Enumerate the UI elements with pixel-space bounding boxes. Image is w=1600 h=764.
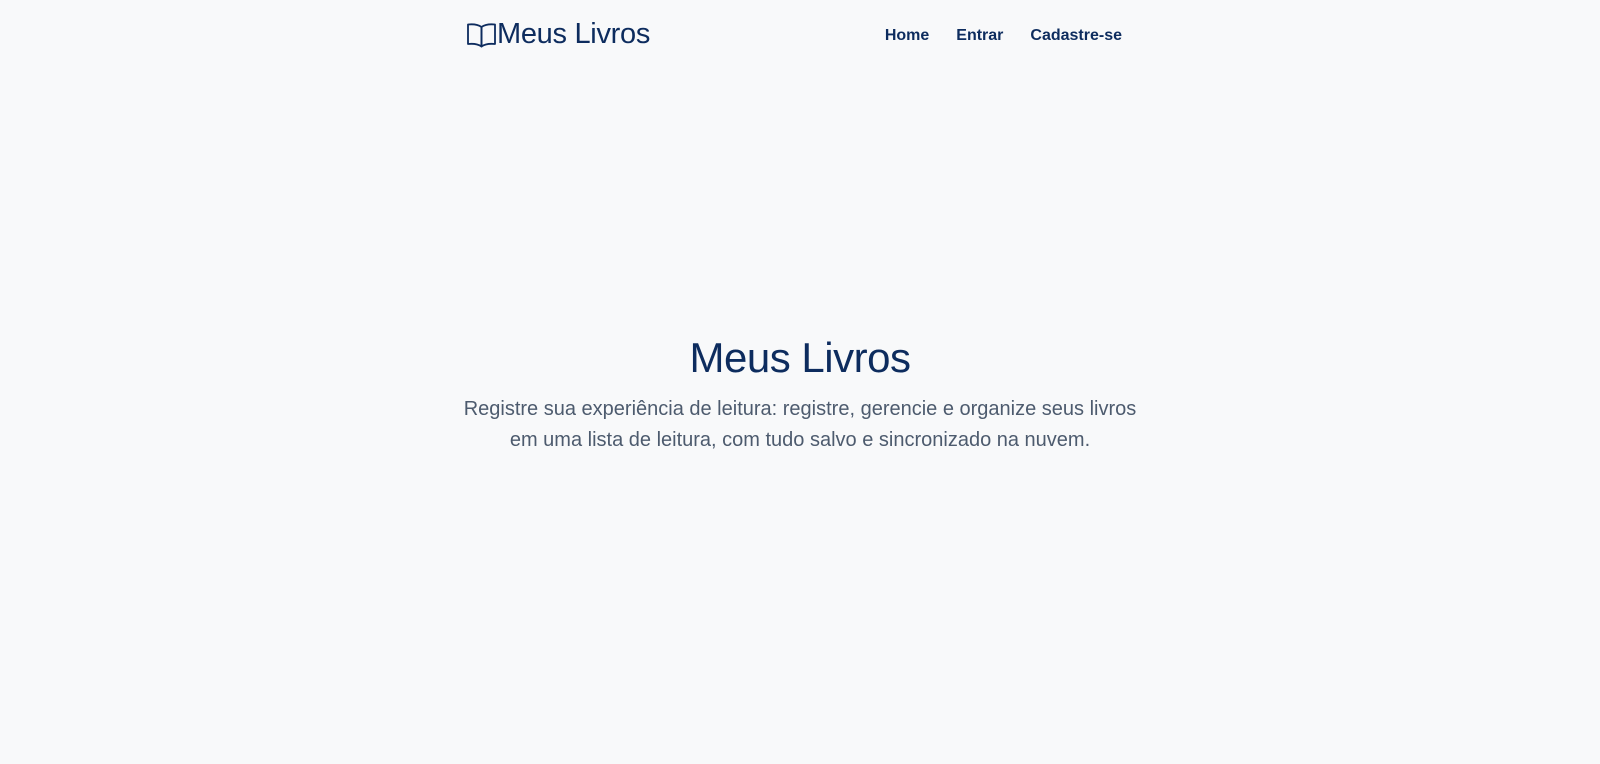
brand-link[interactable]: Meus Livros [466,16,650,52]
open-book-icon [466,21,497,49]
hero-title: Meus Livros [689,334,911,381]
brand-name: Meus Livros [497,18,651,50]
nav-link-entrar[interactable]: Entrar [956,24,1003,48]
nav-link-home[interactable]: Home [885,24,929,48]
navbar: Meus Livros Home Entrar Cadastre-se [0,0,1600,72]
nav-links: Home Entrar Cadastre-se [885,24,1122,48]
hero-description: Registre sua experiência de leitura: reg… [463,398,1137,451]
hero-section: Meus Livros Registre sua experiência de … [0,332,1600,456]
nav-link-cadastre-se[interactable]: Cadastre-se [1030,24,1122,48]
